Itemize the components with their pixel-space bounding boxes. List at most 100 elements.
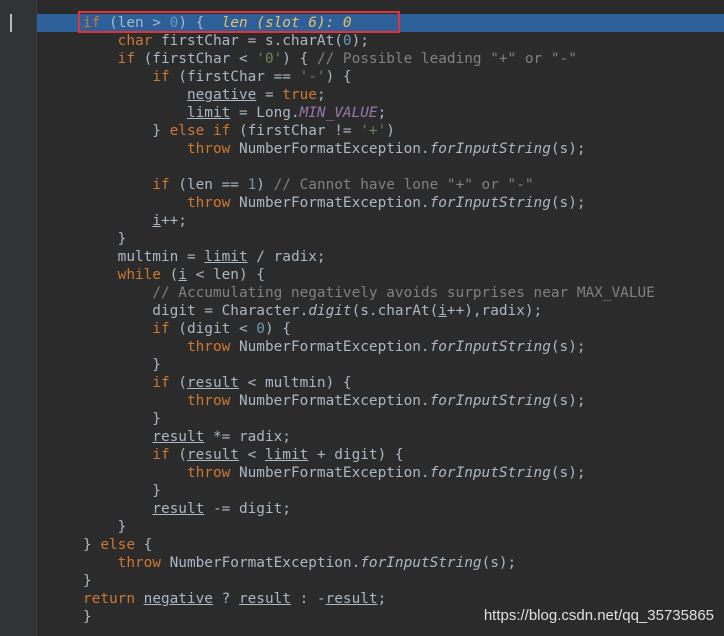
code-line[interactable]: result *= radix; (83, 428, 655, 446)
code-token: NumberFormatException. (230, 141, 430, 157)
code-token: while (117, 267, 161, 283)
code-token: i (438, 303, 447, 319)
code-token: ( (169, 375, 187, 391)
code-line[interactable]: negative = true; (83, 86, 655, 104)
code-token: ) { (178, 15, 222, 31)
code-token: forInputString (429, 339, 551, 355)
code-line[interactable]: throw NumberFormatException.forInputStri… (83, 338, 655, 356)
current-line-marker (10, 14, 12, 32)
code-token: result (152, 429, 205, 445)
code-editor[interactable]: if (len > 0) { len (slot 6): 0 char firs… (83, 14, 655, 626)
code-line[interactable]: if (len > 0) { len (slot 6): 0 (83, 14, 655, 32)
code-token: -= digit; (204, 501, 291, 517)
code-line[interactable]: result -= digit; (83, 500, 655, 518)
code-token: (s); (550, 141, 586, 157)
code-line[interactable]: if (digit < 0) { (83, 320, 655, 338)
code-line[interactable]: } (83, 482, 655, 500)
code-token: multmin = (83, 249, 205, 265)
code-token: else if (169, 123, 231, 139)
code-line[interactable]: if (result < multmin) { (83, 374, 655, 392)
code-token: ++),radix); (446, 303, 543, 319)
code-token: ) { (282, 51, 317, 67)
code-line[interactable]: if (result < limit + digit) { (83, 446, 655, 464)
code-line[interactable]: if (firstChar == '-') { (83, 68, 655, 86)
code-token: ; (316, 87, 326, 103)
code-line[interactable] (83, 158, 655, 176)
code-token: (s); (550, 393, 586, 409)
code-line[interactable]: multmin = limit / radix; (83, 248, 655, 266)
code-line[interactable]: if (firstChar < '0') { // Possible leadi… (83, 50, 655, 68)
code-line[interactable]: digit = Character.digit(s.charAt(i++),ra… (83, 302, 655, 320)
code-token: + digit) { (308, 447, 404, 463)
code-token: < len) { (186, 267, 265, 283)
code-token: ( (169, 447, 187, 463)
code-token: forInputString (360, 555, 482, 571)
code-token: NumberFormatException. (230, 465, 430, 481)
code-token: return (83, 591, 135, 607)
code-token: < multmin) { (238, 375, 352, 391)
code-line[interactable]: } else { (83, 536, 655, 554)
code-token: result (186, 375, 239, 391)
code-token: NumberFormatException. (230, 339, 430, 355)
code-token: { (134, 537, 153, 553)
code-token: ; (377, 591, 387, 607)
code-token: // Cannot have lone "+" or "-" (273, 177, 534, 193)
code-token: if (152, 177, 170, 193)
code-line[interactable]: } (83, 410, 655, 428)
code-token: ( (160, 267, 179, 283)
code-line[interactable]: if (len == 1) // Cannot have lone "+" or… (83, 176, 655, 194)
code-line[interactable]: } else if (firstChar != '+') (83, 122, 655, 140)
code-token: < (238, 447, 265, 463)
code-token: result (238, 591, 291, 607)
gutter-separator (36, 0, 37, 636)
code-line[interactable]: i++; (83, 212, 655, 230)
code-line[interactable]: } (83, 356, 655, 374)
editor-gutter[interactable] (0, 0, 36, 636)
code-line[interactable]: throw NumberFormatException.forInputStri… (83, 464, 655, 482)
code-line[interactable]: } (83, 572, 655, 590)
code-line[interactable]: throw NumberFormatException.forInputStri… (83, 194, 655, 212)
code-token: if (152, 447, 170, 463)
code-token: (s); (481, 555, 517, 571)
code-token: throw (186, 339, 231, 355)
code-token: = (256, 87, 283, 103)
code-token: forInputString (429, 195, 551, 211)
code-token: (firstChar == (169, 69, 300, 85)
code-token: // Accumulating negatively avoids surpri… (152, 285, 655, 301)
code-token: } (83, 609, 92, 625)
code-line[interactable]: throw NumberFormatException.forInputStri… (83, 554, 655, 572)
code-token: (s); (550, 195, 586, 211)
code-line[interactable]: while (i < len) { (83, 266, 655, 284)
code-token: throw (186, 141, 231, 157)
code-token: (s); (550, 465, 586, 481)
code-line[interactable]: limit = Long.MIN_VALUE; (83, 104, 655, 122)
code-token: NumberFormatException. (230, 195, 430, 211)
code-line[interactable]: // Accumulating negatively avoids surpri… (83, 284, 655, 302)
code-token: digit = Character. (83, 303, 309, 319)
code-token: *= radix; (204, 429, 291, 445)
code-token: result (186, 447, 239, 463)
code-line[interactable]: throw NumberFormatException.forInputStri… (83, 392, 655, 410)
code-token: (len == (169, 177, 248, 193)
code-line[interactable]: char firstChar = s.charAt(0); (83, 32, 655, 50)
code-line[interactable]: throw NumberFormatException.forInputStri… (83, 140, 655, 158)
code-line[interactable]: } (83, 518, 655, 536)
code-token: if (152, 321, 170, 337)
code-line[interactable]: return negative ? result : -result; (83, 590, 655, 608)
code-token: throw (186, 465, 231, 481)
code-token: limit (186, 105, 231, 121)
code-token: if (152, 69, 170, 85)
code-line[interactable]: } (83, 230, 655, 248)
